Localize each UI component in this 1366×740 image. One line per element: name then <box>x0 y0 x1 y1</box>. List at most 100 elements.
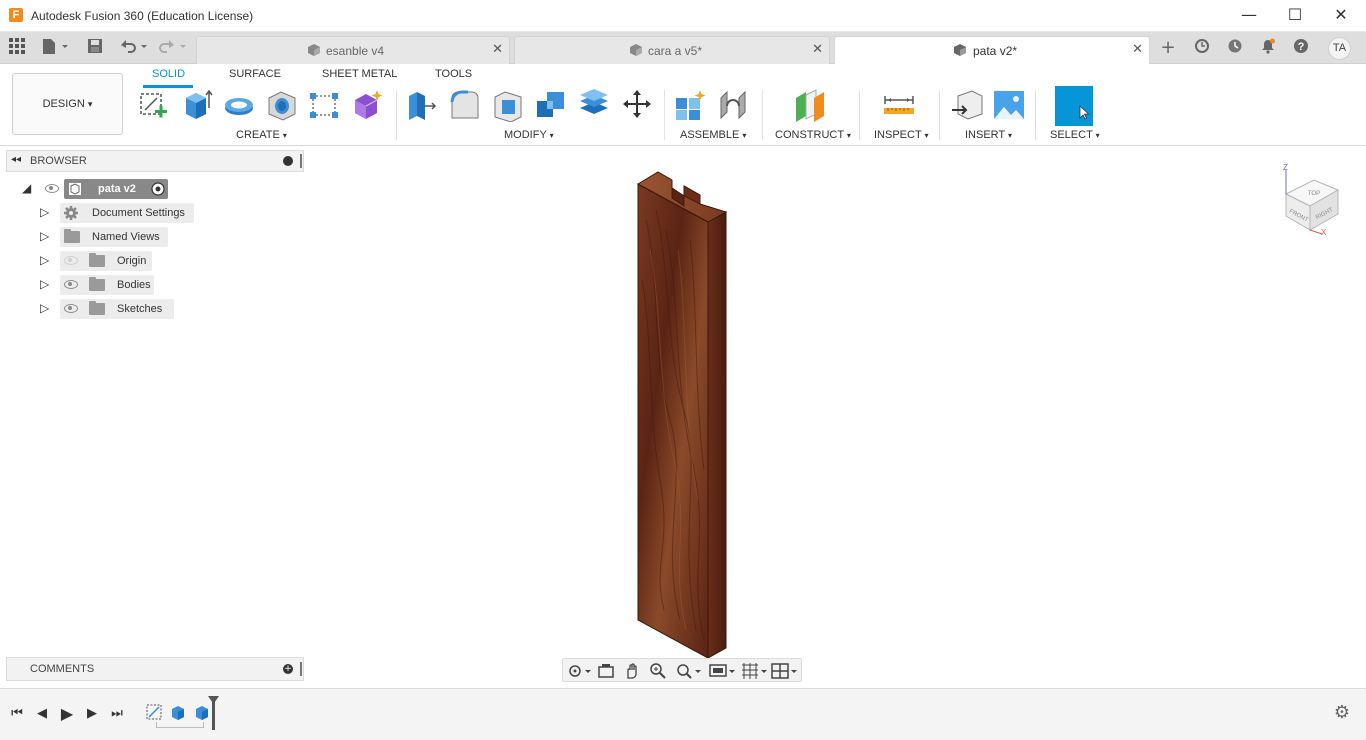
visibility-eye-icon[interactable] <box>45 184 59 193</box>
revolve-icon[interactable] <box>222 88 256 122</box>
collapse-panel-icon[interactable]: ◂◂ <box>11 154 21 165</box>
inspect-group-menu[interactable]: INSPECT ▾ <box>874 129 929 141</box>
job-status-icon[interactable] <box>1192 38 1212 58</box>
tree-item-document-settings[interactable]: ▷ Document Settings <box>38 203 198 223</box>
expand-triangle-icon[interactable]: ▷ <box>40 229 49 243</box>
collapse-triangle-icon[interactable]: ◢ <box>22 181 31 195</box>
display-settings-icon[interactable] <box>709 662 737 680</box>
timeline-extrude-cut-feature-icon[interactable] <box>194 704 210 720</box>
undo-icon[interactable] <box>117 37 149 59</box>
tab-tools[interactable]: TOOLS <box>435 68 472 80</box>
viewports-icon[interactable] <box>771 662 799 680</box>
insert-canvas-icon[interactable] <box>992 88 1026 122</box>
select-group-menu[interactable]: SELECT ▾ <box>1050 129 1100 141</box>
create-form-icon[interactable] <box>350 88 384 122</box>
timeline-sketch-feature-icon[interactable] <box>146 704 162 720</box>
hole-icon[interactable] <box>265 88 299 122</box>
insert-derive-icon[interactable] <box>950 88 984 122</box>
go-to-start-icon[interactable]: ⏮ <box>8 705 26 723</box>
offset-plane-icon[interactable] <box>793 88 827 122</box>
viewcube[interactable]: TOP FRONT RIGHT Z X <box>1276 160 1348 240</box>
panel-grip-icon[interactable] <box>300 662 302 676</box>
activate-radio-icon[interactable] <box>151 182 165 196</box>
tab-sheet-metal[interactable]: SHEET METAL <box>322 68 397 80</box>
redo-icon[interactable] <box>158 37 190 59</box>
zoom-icon[interactable] <box>649 662 667 680</box>
move-copy-icon[interactable] <box>620 88 654 122</box>
file-menu-icon[interactable] <box>40 37 70 59</box>
combine-icon[interactable] <box>534 88 568 122</box>
history-clock-icon[interactable] <box>1225 38 1245 58</box>
create-sketch-icon[interactable] <box>137 88 171 122</box>
document-tab-pata[interactable]: pata v2* ✕ <box>834 36 1150 65</box>
hidden-eye-icon[interactable] <box>64 256 78 265</box>
assemble-group-menu[interactable]: ASSEMBLE ▾ <box>680 129 746 141</box>
document-tab-esanble[interactable]: esanble v4 ✕ <box>196 36 510 64</box>
construct-group-menu[interactable]: CONSTRUCT ▾ <box>775 129 851 141</box>
maximize-button[interactable]: ☐ <box>1272 0 1318 32</box>
root-component-label: pata v2 <box>98 183 136 195</box>
gear-icon <box>64 206 78 220</box>
new-tab-plus-icon[interactable]: + <box>1158 38 1178 58</box>
minimize-button[interactable]: — <box>1226 0 1272 32</box>
joint-icon[interactable] <box>716 88 750 122</box>
user-avatar[interactable]: TA <box>1328 37 1351 60</box>
tree-item-named-views[interactable]: ▷ Named Views <box>38 227 198 247</box>
pattern-icon[interactable] <box>307 88 341 122</box>
expand-triangle-icon[interactable]: ▷ <box>40 277 49 291</box>
modify-group-menu[interactable]: MODIFY ▾ <box>504 129 554 141</box>
tree-item-bodies[interactable]: ▷ Bodies <box>38 275 198 295</box>
orbit-icon[interactable] <box>567 662 593 680</box>
data-panel-grid-icon[interactable] <box>6 37 28 59</box>
timeline-marker[interactable] <box>212 698 215 730</box>
select-tool-icon[interactable] <box>1055 86 1093 126</box>
play-icon[interactable]: ▶ <box>58 705 76 723</box>
fillet-icon[interactable] <box>448 88 482 122</box>
expand-triangle-icon[interactable]: ▷ <box>40 253 49 267</box>
tree-root[interactable]: ◢ pata v2 <box>20 179 180 199</box>
tree-node[interactable]: Origin <box>60 251 152 271</box>
grid-snap-icon[interactable] <box>741 662 769 680</box>
expand-triangle-icon[interactable]: ▷ <box>40 205 49 219</box>
visibility-eye-icon[interactable] <box>64 280 78 289</box>
expand-triangle-icon[interactable]: ▷ <box>40 301 49 315</box>
close-window-button[interactable]: ✕ <box>1318 0 1364 32</box>
go-to-end-icon[interactable]: ⏭ <box>108 705 126 723</box>
tab-solid[interactable]: SOLID <box>152 68 185 80</box>
tab-surface[interactable]: SURFACE <box>229 68 281 80</box>
document-tab-cara[interactable]: cara a v5* ✕ <box>514 36 830 64</box>
close-tab-icon[interactable]: ✕ <box>812 42 823 57</box>
shell-icon[interactable] <box>491 88 525 122</box>
step-forward-icon[interactable]: ▶ <box>83 705 101 723</box>
wood-plank-model[interactable] <box>600 160 760 670</box>
tree-item-origin[interactable]: ▷ Origin <box>38 251 198 271</box>
press-pull-icon[interactable] <box>405 88 439 122</box>
workspace-switcher-button[interactable]: DESIGN ▾ <box>12 73 123 135</box>
extrude-icon[interactable] <box>180 88 214 122</box>
new-component-icon[interactable] <box>673 88 707 122</box>
close-tab-icon[interactable]: ✕ <box>492 42 503 57</box>
offset-face-icon[interactable] <box>577 88 611 122</box>
timeline-settings-gear-icon[interactable]: ⚙ <box>1332 703 1352 723</box>
step-back-icon[interactable]: ◀ <box>33 705 51 723</box>
tree-node[interactable]: Sketches <box>60 299 174 319</box>
notifications-bell-icon[interactable] <box>1258 38 1278 58</box>
measure-icon[interactable] <box>882 88 916 122</box>
tree-node[interactable]: Bodies <box>60 275 154 295</box>
insert-group-menu[interactable]: INSERT ▾ <box>965 129 1012 141</box>
look-at-icon[interactable] <box>597 662 615 680</box>
timeline-extrude-feature-icon[interactable] <box>170 704 186 720</box>
add-comment-icon[interactable]: + <box>283 664 293 674</box>
tree-item-sketches[interactable]: ▷ Sketches <box>38 299 198 319</box>
visibility-eye-icon[interactable] <box>64 304 78 313</box>
save-icon[interactable] <box>84 37 106 59</box>
close-tab-icon[interactable]: ✕ <box>1132 42 1143 57</box>
help-icon[interactable]: ? <box>1291 38 1311 58</box>
fit-zoom-window-icon[interactable] <box>675 662 703 680</box>
create-group-menu[interactable]: CREATE ▾ <box>236 129 287 141</box>
pan-hand-icon[interactable] <box>623 662 641 680</box>
tree-node[interactable]: Document Settings <box>60 203 194 223</box>
tree-node[interactable]: Named Views <box>60 227 168 247</box>
minimize-panel-icon[interactable] <box>283 156 293 166</box>
panel-grip-icon[interactable] <box>300 154 302 168</box>
